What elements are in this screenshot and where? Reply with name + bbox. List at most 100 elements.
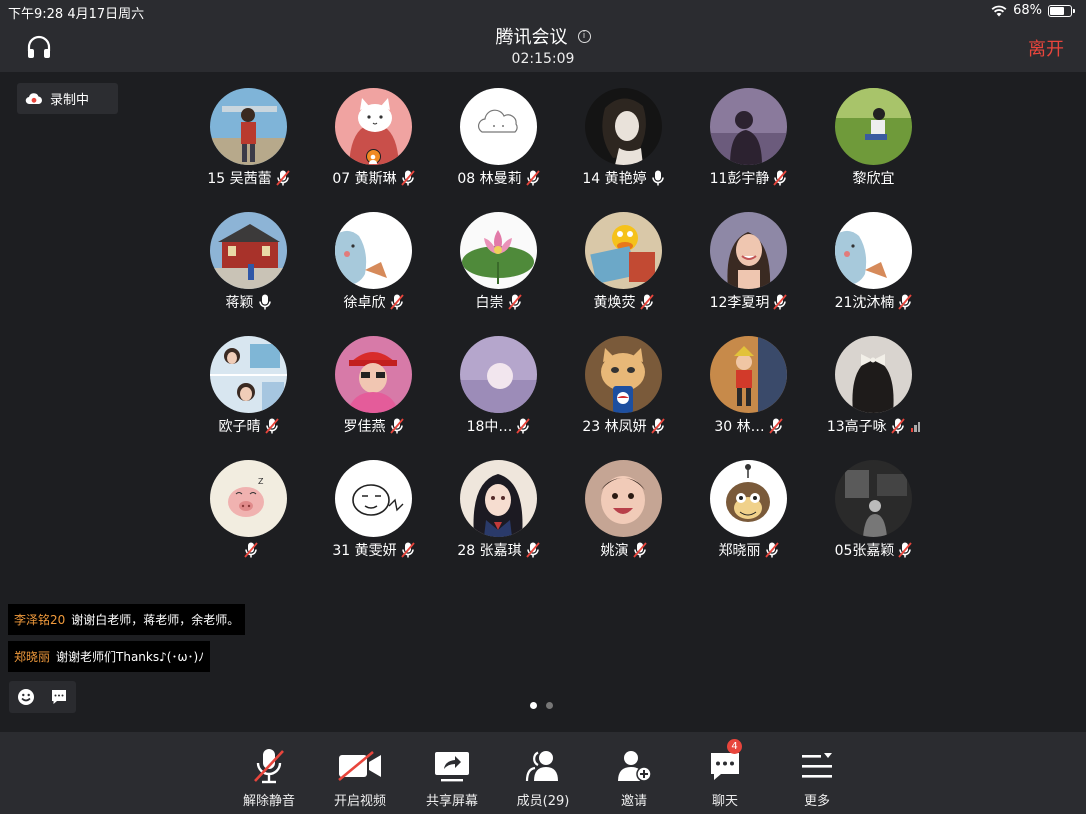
share-screen-icon <box>435 752 469 782</box>
participant-nameline: 14 黄艳婷 <box>561 168 686 188</box>
participant-tile[interactable]: 21沈沐楠 <box>811 212 936 322</box>
status-bar: 下午9:28 4月17日周六 68% <box>0 0 1086 22</box>
participant-name: 13高子咏 <box>826 419 887 435</box>
mic-muted-icon <box>639 294 654 310</box>
mic-muted-icon <box>632 542 647 558</box>
members-icon <box>525 751 558 782</box>
participant-name: 15 吴茜蕾 <box>207 171 272 187</box>
participant-tile[interactable]: 08 林曼莉 <box>436 88 561 198</box>
participant-nameline: 08 林曼莉 <box>436 168 561 188</box>
share-screen-button[interactable]: 共享屏幕 <box>417 746 487 809</box>
participant-tile[interactable]: 罗佳燕 <box>311 336 436 446</box>
participant-tile[interactable]: 徐卓欣 <box>311 212 436 322</box>
participant-tile[interactable]: 欧子晴 <box>186 336 311 446</box>
invite-button[interactable]: 邀请 <box>599 746 669 809</box>
host-icon <box>366 149 381 164</box>
chat-bubble: 郑晓丽 谢谢老师们Thanks♪(･ω･)ﾉ <box>8 641 211 672</box>
start-video-button[interactable]: 开启视频 <box>325 746 395 809</box>
participant-name: 蒋颖 <box>225 295 254 311</box>
mic-muted-icon <box>400 542 415 558</box>
chat-quick-actions <box>9 681 76 713</box>
participant-tile[interactable]: Z <box>186 460 311 570</box>
participant-tile[interactable]: 蒋颖 <box>186 212 311 322</box>
participant-nameline: 白崇 <box>436 292 561 312</box>
avatar <box>460 460 537 537</box>
invite-icon <box>618 751 652 782</box>
members-button[interactable]: 成员(29) <box>508 746 578 809</box>
mic-muted-icon <box>773 170 788 186</box>
page-indicator[interactable] <box>530 702 553 709</box>
meeting-title-text: 腾讯会议 <box>495 27 568 48</box>
page-dot-active[interactable] <box>530 702 537 709</box>
recording-indicator[interactable]: 录制中 <box>17 83 118 114</box>
more-button[interactable]: 更多 <box>782 746 852 809</box>
participant-tile[interactable]: 23 林凤妍 <box>561 336 686 446</box>
emoji-icon[interactable] <box>9 681 42 713</box>
recording-label: 录制中 <box>50 93 90 108</box>
participant-tile[interactable]: 31 黄雯妍 <box>311 460 436 570</box>
mic-muted-icon <box>525 542 540 558</box>
chat-text: 谢谢老师们Thanks♪(･ω･)ﾉ <box>56 650 205 664</box>
participant-tile[interactable]: 黎欣宜 <box>811 88 936 198</box>
avatar <box>210 336 287 413</box>
invite-label: 邀请 <box>620 794 647 809</box>
participant-tile[interactable]: 05张嘉颖 <box>811 460 936 570</box>
participant-nameline: 黎欣宜 <box>811 168 936 188</box>
start-video-label: 开启视频 <box>333 794 386 809</box>
chat-icon <box>711 753 739 780</box>
page-dot[interactable] <box>546 702 553 709</box>
participant-nameline: 28 张嘉琪 <box>436 540 561 560</box>
participant-name: 21沈沐楠 <box>834 295 895 311</box>
avatar <box>585 460 662 537</box>
leave-button[interactable]: 离开 <box>1028 35 1064 61</box>
participant-name: 徐卓欣 <box>343 295 386 311</box>
mic-muted-icon <box>773 294 788 310</box>
participant-nameline: 21沈沐楠 <box>811 292 936 312</box>
participant-tile[interactable]: 18中… <box>436 336 561 446</box>
participant-name: 23 林凤妍 <box>582 419 647 435</box>
info-icon[interactable]: i <box>577 29 591 43</box>
avatar <box>835 88 912 165</box>
chat-text: 谢谢白老师，蒋老师，余老师。 <box>71 613 240 627</box>
participant-tile[interactable]: 姚演 <box>561 460 686 570</box>
message-icon[interactable] <box>42 681 75 713</box>
chat-button[interactable]: 4 聊天 <box>690 739 760 809</box>
wifi-icon <box>991 5 1007 16</box>
participant-tile[interactable]: 07 黄斯琳 <box>311 88 436 198</box>
mic-muted-icon <box>275 170 290 186</box>
avatar <box>460 88 537 165</box>
chat-unread-badge: 4 <box>727 739 742 754</box>
participant-name: 30 林… <box>714 419 765 435</box>
avatar <box>710 460 787 537</box>
mic-muted-icon <box>507 294 522 310</box>
more-label: 更多 <box>803 794 830 809</box>
chat-label: 聊天 <box>711 794 738 809</box>
avatar: Z <box>210 460 287 537</box>
meeting-title[interactable]: 腾讯会议 i <box>496 23 591 49</box>
participant-tile[interactable]: 28 张嘉琪 <box>436 460 561 570</box>
avatar <box>585 336 662 413</box>
chat-bubble: 李泽铭20 谢谢白老师，蒋老师，余老师。 <box>8 604 246 635</box>
participant-tile[interactable]: 14 黄艳婷 <box>561 88 686 198</box>
participant-tile[interactable]: 15 吴茜蕾 <box>186 88 311 198</box>
participant-tile[interactable]: 30 林… <box>686 336 811 446</box>
more-icon <box>802 753 832 778</box>
avatar <box>710 336 787 413</box>
mic-muted-icon <box>389 418 404 434</box>
status-indicators: 68% <box>991 3 1075 18</box>
participant-tile[interactable]: 13高子咏 <box>811 336 936 446</box>
participant-nameline: 郑晓丽 <box>686 540 811 560</box>
participant-tile[interactable]: 11彭宇静 <box>686 88 811 198</box>
avatar <box>835 212 912 289</box>
participant-tile[interactable]: 白崇 <box>436 212 561 322</box>
unmute-button[interactable]: 解除静音 <box>234 746 304 809</box>
participant-nameline: 18中… <box>436 416 561 436</box>
participant-tile[interactable]: 黄焕荧 <box>561 212 686 322</box>
signal-icon <box>910 421 921 432</box>
participant-name: 05张嘉颖 <box>834 543 895 559</box>
battery-icon <box>1048 4 1075 17</box>
mic-on-icon <box>258 294 271 310</box>
mic-muted-icon <box>898 294 913 310</box>
participant-tile[interactable]: 12李夏玥 <box>686 212 811 322</box>
participant-tile[interactable]: 郑晓丽 <box>686 460 811 570</box>
